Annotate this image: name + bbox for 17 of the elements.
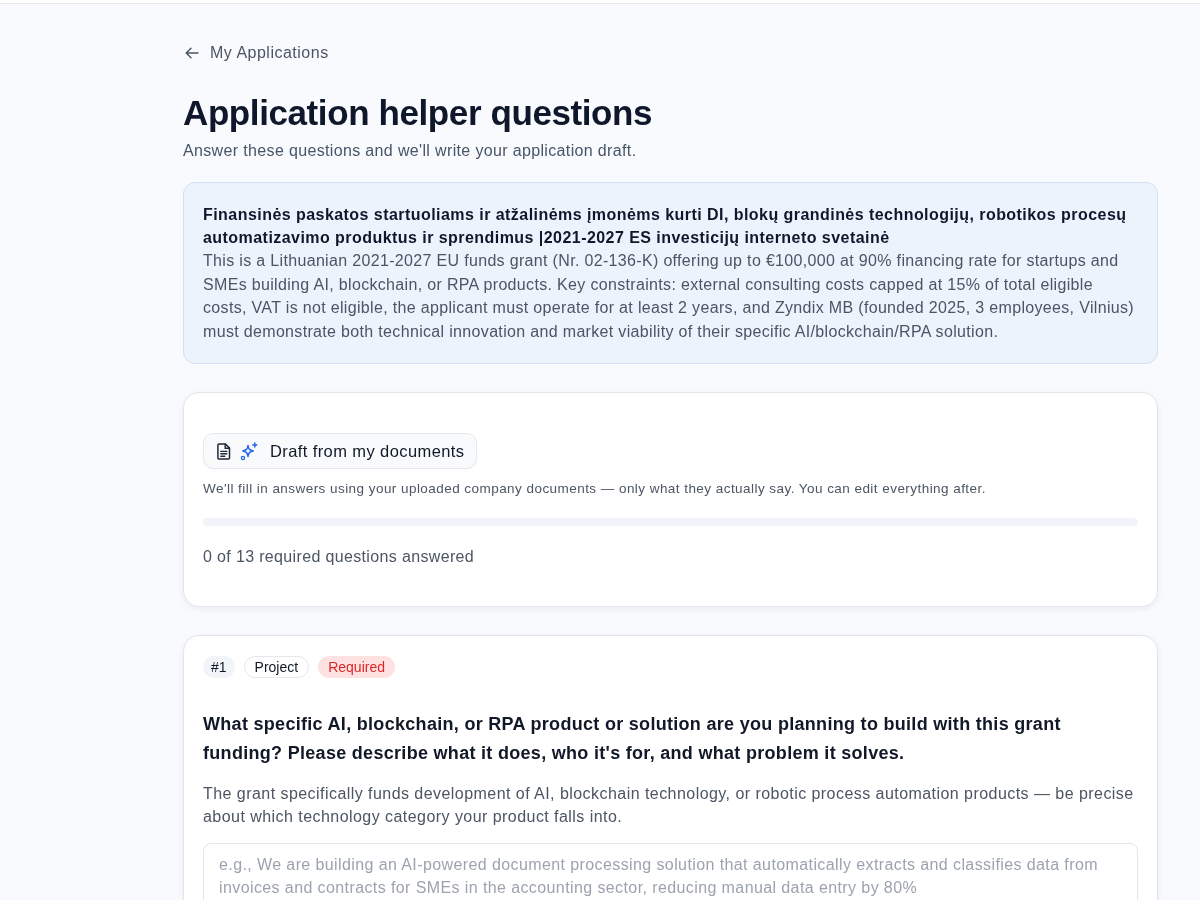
autofill-note: We'll fill in answers using your uploaded company documents — only what they actually say. You can edit everything after. <box>203 480 987 498</box>
grant-description: This is a Lithuanian 2021-2027 EU funds grant (Nr. 02-136-K) offering up to €100,000 at 90% financing rate for startups and SMEs building AI, blockchain, or RPA products. Key constraints: external consulting costs capped at 15% of total eligible costs, VAT is not eligible, the applicant must operate for at least 2 years, and Zyndix MB (founded 2025, 3 employees, Vilnius) must demonstrate both technical innovation and market viability of their specific AI/blockchain/RPA solution. <box>203 251 1135 342</box>
question-hint: The grant specifically funds development of AI, blockchain technology, or robotic process automation products — be precise about which technology category your product falls into. <box>203 784 1135 827</box>
progress-status: 0 of 13 required questions answered <box>203 547 476 567</box>
document-icon <box>217 442 231 460</box>
back-arrow-icon <box>185 47 199 59</box>
draft-from-documents-button[interactable]: Draft from my documents <box>203 433 478 469</box>
page-title: Application helper questions <box>183 93 653 133</box>
answer-field[interactable]: e.g., We are building an AI-powered document processing solution that automatically extracts and classifies data from invoices and contracts for SMEs in the accounting sector, reducing manual data entry by 80% <box>203 843 1138 900</box>
sparkle-icon <box>240 441 259 461</box>
required-tag: Required <box>318 656 395 678</box>
question-number-tag: #1 <box>203 656 235 678</box>
back-link[interactable]: My Applications <box>183 43 331 63</box>
grant-title: Finansinės paskatos startuoliams ir atžalinėms įmonėms kurti DI, blokų grandinės technologijų, robotikos procesų automatizavimo produktus ir sprendimus |2021-2027 ES investicijų interneto svetainė <box>203 205 1128 248</box>
page-subtitle: Answer these questions and we'll write your application draft. <box>183 141 637 161</box>
question-text: What specific AI, blockchain, or RPA product or solution are you planning to build with this grant funding? Please describe what it does, who it's for, and what problem it solves. <box>203 713 1062 765</box>
category-tag: Project <box>243 656 310 678</box>
